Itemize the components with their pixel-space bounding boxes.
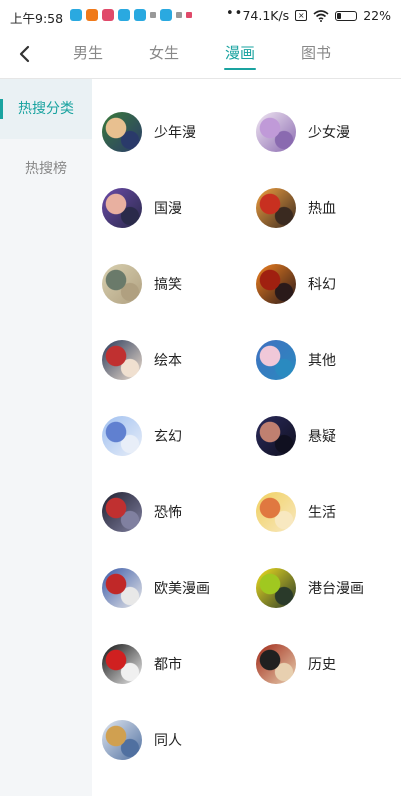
category-label: 历史 xyxy=(308,657,336,673)
notification-app-icon xyxy=(86,9,98,21)
category-item[interactable]: 科幻 xyxy=(256,256,401,312)
category-cover-image xyxy=(102,644,142,684)
category-item[interactable]: 同人 xyxy=(102,712,252,768)
category-grid-area: 少年漫 少女漫国漫 热血搞笑 科幻绘本 其他玄幻 悬疑恐怖 生活欧美漫画 港台漫画都市 历史同人 xyxy=(92,79,401,796)
category-cover-image xyxy=(102,720,142,760)
category-item[interactable]: 生活 xyxy=(256,484,401,540)
notification-app-icon xyxy=(134,9,146,21)
network-speed: 74.1K/s xyxy=(242,8,290,23)
category-label: 少年漫 xyxy=(154,125,196,141)
category-label: 国漫 xyxy=(154,201,182,217)
category-cover-image xyxy=(102,264,142,304)
status-bar: 上午9:58 •• 74.1K/s × 22% xyxy=(0,0,401,32)
top-nav-bar: 男生 女生 漫画 图书 xyxy=(0,32,401,79)
category-item[interactable]: 热血 xyxy=(256,180,401,236)
category-label: 都市 xyxy=(154,657,182,673)
back-arrow-icon[interactable] xyxy=(14,42,36,66)
sidebar-item-0[interactable]: 热搜分类 xyxy=(0,79,92,139)
category-item[interactable]: 港台漫画 xyxy=(256,560,401,616)
tab-1[interactable]: 女生 xyxy=(126,32,202,78)
category-cover-image xyxy=(256,340,296,380)
notification-icons xyxy=(70,9,192,21)
more-notifications-icon: •• xyxy=(226,6,244,21)
sim-icon: × xyxy=(295,10,308,21)
notification-app-icon xyxy=(150,12,156,18)
category-cover-image xyxy=(102,112,142,152)
category-cover-image xyxy=(256,492,296,532)
status-right: 74.1K/s × 22% xyxy=(242,8,391,23)
battery-level: 22% xyxy=(363,8,391,23)
category-label: 悬疑 xyxy=(308,429,336,445)
notification-app-icon xyxy=(186,12,192,18)
notification-app-icon xyxy=(102,9,114,21)
category-item[interactable]: 搞笑 xyxy=(102,256,252,312)
tab-3[interactable]: 图书 xyxy=(278,32,354,78)
category-tabs: 男生 女生 漫画 图书 xyxy=(50,32,354,78)
category-cover-image xyxy=(256,644,296,684)
tab-0[interactable]: 男生 xyxy=(50,32,126,78)
category-cover-image xyxy=(102,416,142,456)
category-label: 少女漫 xyxy=(308,125,350,141)
category-item[interactable]: 少女漫 xyxy=(256,104,401,160)
notification-app-icon xyxy=(118,9,130,21)
category-item[interactable]: 玄幻 xyxy=(102,408,252,464)
notification-app-icon xyxy=(70,9,82,21)
category-label: 同人 xyxy=(154,733,182,749)
category-item[interactable]: 少年漫 xyxy=(102,104,252,160)
category-label: 生活 xyxy=(308,505,336,521)
category-item[interactable]: 其他 xyxy=(256,332,401,388)
category-cover-image xyxy=(102,492,142,532)
notification-app-icon xyxy=(160,9,172,21)
category-label: 搞笑 xyxy=(154,277,182,293)
category-item[interactable]: 绘本 xyxy=(102,332,252,388)
category-label: 其他 xyxy=(308,353,336,369)
category-item[interactable]: 国漫 xyxy=(102,180,252,236)
category-label: 港台漫画 xyxy=(308,581,364,597)
sidebar: 热搜分类 热搜榜 xyxy=(0,79,92,796)
category-label: 科幻 xyxy=(308,277,336,293)
category-label: 恐怖 xyxy=(154,505,182,521)
category-cover-image xyxy=(256,188,296,228)
category-item[interactable]: 都市 xyxy=(102,636,252,692)
category-item[interactable]: 历史 xyxy=(256,636,401,692)
category-cover-image xyxy=(102,188,142,228)
category-label: 热血 xyxy=(308,201,336,217)
category-label: 绘本 xyxy=(154,353,182,369)
sidebar-item-1[interactable]: 热搜榜 xyxy=(0,139,92,199)
wifi-icon xyxy=(313,9,329,22)
category-cover-image xyxy=(256,416,296,456)
status-time: 上午9:58 xyxy=(10,11,64,26)
category-label: 玄幻 xyxy=(154,429,182,445)
category-item[interactable]: 恐怖 xyxy=(102,484,252,540)
battery-icon xyxy=(335,10,358,21)
tab-2[interactable]: 漫画 xyxy=(202,32,278,78)
category-cover-image xyxy=(102,340,142,380)
category-cover-image xyxy=(256,112,296,152)
category-item[interactable]: 悬疑 xyxy=(256,408,401,464)
category-label: 欧美漫画 xyxy=(154,581,210,597)
category-item[interactable]: 欧美漫画 xyxy=(102,560,252,616)
category-cover-image xyxy=(256,264,296,304)
category-cover-image xyxy=(102,568,142,608)
category-cover-image xyxy=(256,568,296,608)
notification-app-icon xyxy=(176,12,182,18)
